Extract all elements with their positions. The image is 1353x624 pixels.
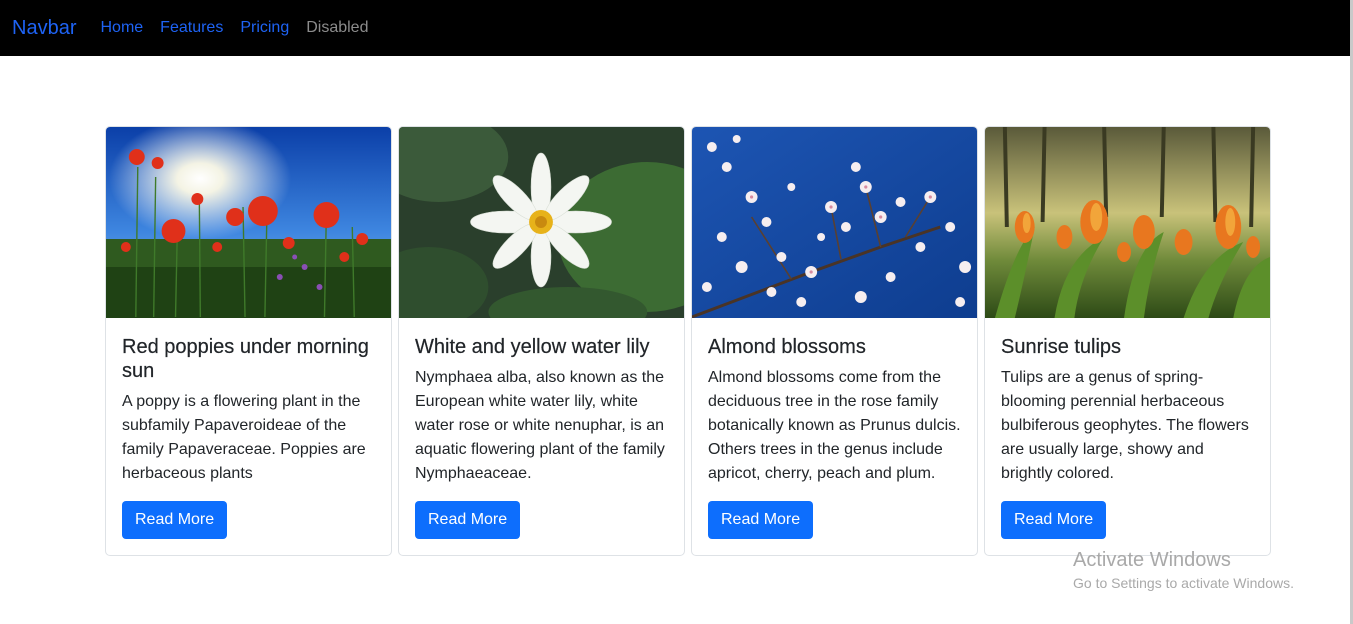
card-text: Almond blossoms come from the deciduous … bbox=[708, 369, 961, 482]
nav-link-disabled: Disabled bbox=[306, 19, 369, 36]
card-title: Almond blossoms bbox=[708, 336, 866, 358]
card-title: Sunrise tulips bbox=[1001, 336, 1122, 358]
card-text: Tulips are a genus of spring-blooming pe… bbox=[1001, 369, 1249, 482]
navbar-brand[interactable]: Navbar bbox=[12, 17, 76, 40]
card-title: Red poppies under morning sun bbox=[122, 336, 369, 382]
card-text: A poppy is a flowering plant in the subf… bbox=[122, 393, 366, 482]
poppies-image bbox=[106, 127, 391, 318]
card-poppies: Red poppies under morning sun A poppy is… bbox=[105, 126, 392, 556]
almond-blossoms-image bbox=[692, 127, 977, 318]
card-water-lily: White and yellow water lily Nymphaea alb… bbox=[398, 126, 685, 556]
water-lily-image bbox=[399, 127, 684, 318]
card-sunrise-tulips: Sunrise tulips Tulips are a genus of spr… bbox=[984, 126, 1271, 556]
card-almond-blossoms: Almond blossoms Almond blossoms come fro… bbox=[691, 126, 978, 556]
read-more-button[interactable]: Read More bbox=[708, 501, 814, 539]
nav-link-home[interactable]: Home bbox=[100, 19, 143, 37]
nav-link-pricing[interactable]: Pricing bbox=[240, 19, 289, 37]
card-title: White and yellow water lily bbox=[415, 336, 650, 358]
read-more-button[interactable]: Read More bbox=[1001, 501, 1107, 539]
nav-link-features[interactable]: Features bbox=[160, 19, 223, 37]
card-text: Nymphaea alba, also known as the Europea… bbox=[415, 369, 665, 482]
read-more-button[interactable]: Read More bbox=[122, 501, 228, 539]
read-more-button[interactable]: Read More bbox=[415, 501, 521, 539]
tulips-image bbox=[985, 127, 1270, 318]
card-row: Red poppies under morning sun A poppy is… bbox=[105, 126, 1271, 556]
watermark-subtitle: Go to Settings to activate Windows. bbox=[1073, 575, 1294, 591]
activate-windows-watermark: Activate Windows Go to Settings to activ… bbox=[1073, 549, 1294, 593]
watermark-title: Activate Windows bbox=[1073, 549, 1231, 571]
navbar: Navbar Home Features Pricing Disabled bbox=[0, 0, 1353, 56]
